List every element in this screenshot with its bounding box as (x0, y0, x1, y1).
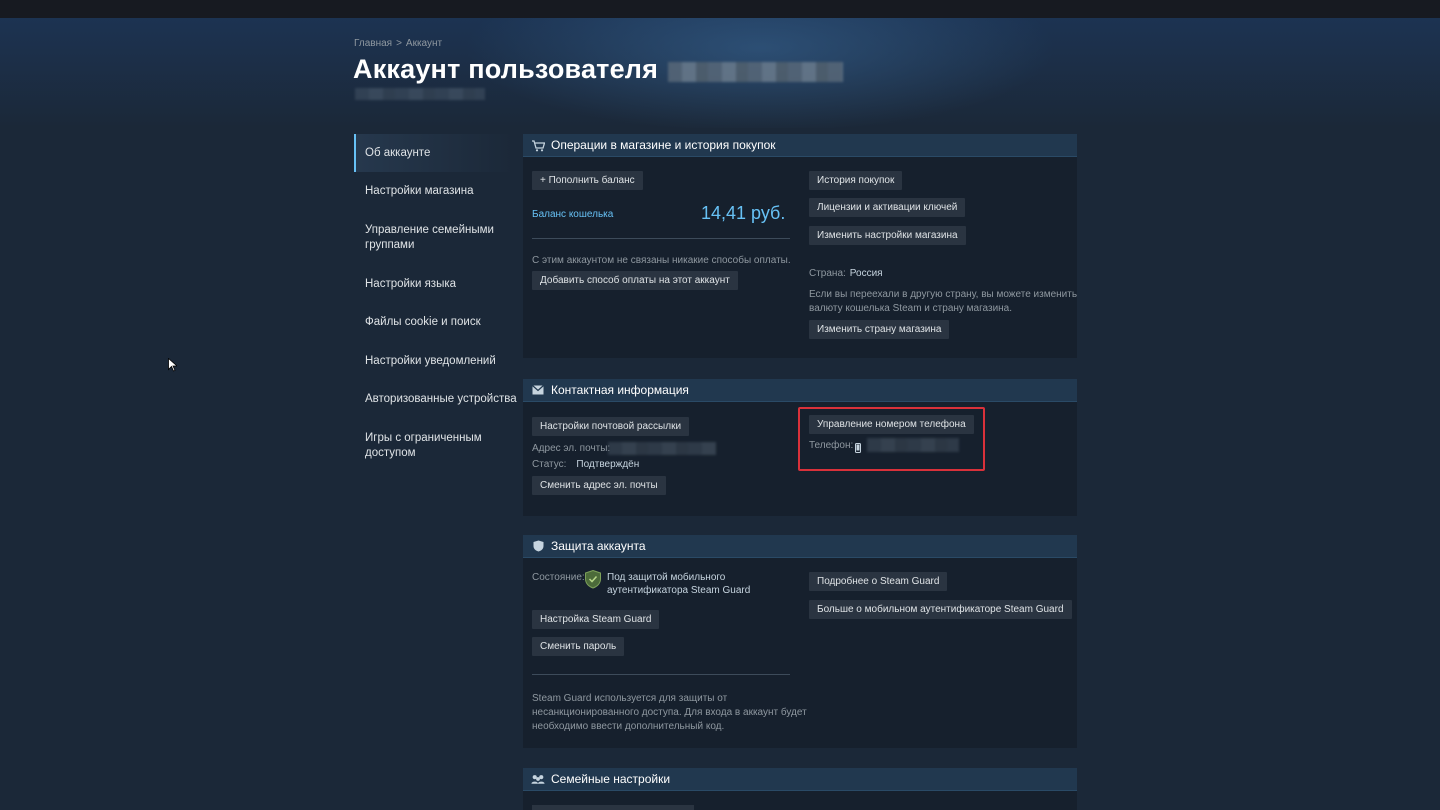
country-value: Россия (849, 268, 883, 279)
email-label: Адрес эл. почты: (532, 443, 611, 454)
country-row: Страна: Россия (809, 268, 883, 279)
cart-icon (531, 138, 545, 152)
security-section-title: Защита аккаунта (551, 539, 646, 553)
redacted-email (608, 442, 716, 455)
family-section-header: Семейные настройки (523, 768, 1077, 791)
store-section: Операции в магазине и история покупок + … (523, 134, 1077, 358)
guard-state-label: Состояние: (532, 572, 585, 583)
top-bar (0, 0, 1440, 18)
redacted-username (668, 62, 843, 82)
change-password-button[interactable]: Сменить пароль (532, 637, 625, 656)
guard-shield-icon (585, 569, 601, 594)
wallet-balance-link[interactable]: Баланс кошелька (532, 209, 613, 220)
security-section: Защита аккаунта Состояние: Под защитой м… (523, 535, 1077, 748)
mouse-cursor-icon (168, 357, 179, 377)
guard-state-line1: Под защитой мобильного (607, 572, 726, 583)
guard-note-line3: необходимо ввести дополнительный код. (532, 721, 725, 732)
sidebar-item-store-settings[interactable]: Настройки магазина (354, 184, 519, 199)
contact-section-header: Контактная информация (523, 379, 1077, 402)
change-email-button[interactable]: Сменить адрес эл. почты (532, 476, 666, 495)
family-icon (531, 772, 545, 786)
envelope-icon (531, 383, 545, 397)
status-label: Статус: (532, 459, 567, 470)
guard-note-line1: Steam Guard используется для защиты от (532, 693, 728, 704)
add-payment-method-button[interactable]: Добавить способ оплаты на этот аккаунт (532, 271, 738, 290)
guard-note-line2: несанкционированного доступа. Для входа … (532, 707, 807, 718)
family-button-partial[interactable] (532, 805, 694, 810)
redacted-subtitle (355, 88, 485, 100)
sidebar-item-language[interactable]: Настройки языка (354, 277, 519, 292)
learn-steam-guard-button[interactable]: Подробнее о Steam Guard (809, 572, 948, 591)
moved-note-line1: Если вы переехали в другую страну, вы мо… (809, 289, 1078, 300)
email-row: Адрес эл. почты: (532, 443, 610, 454)
breadcrumb-current[interactable]: Аккаунт (406, 38, 442, 49)
divider (532, 238, 790, 239)
sidebar-item-devices[interactable]: Авторизованные устройства (354, 392, 529, 407)
sidebar-item-restricted-games[interactable]: Игры с ограниченным доступом (354, 431, 494, 461)
add-funds-button[interactable]: + Пополнить баланс (532, 171, 643, 190)
sidebar-item-notifications[interactable]: Настройки уведомлений (354, 354, 519, 369)
steam-guard-settings-button[interactable]: Настройка Steam Guard (532, 610, 660, 629)
no-payment-text: С этим аккаунтом не связаны никакие спос… (532, 255, 791, 266)
page-title: Аккаунт пользователя (353, 54, 659, 84)
breadcrumb: Главная > Аккаунт (354, 38, 446, 49)
store-section-title: Операции в магазине и история покупок (551, 138, 776, 152)
licenses-button[interactable]: Лицензии и активации ключей (809, 198, 966, 217)
contact-section-title: Контактная информация (551, 383, 689, 397)
purchase-history-button[interactable]: История покупок (809, 171, 903, 190)
guard-state-line2: аутентификатора Steam Guard (607, 585, 751, 596)
change-country-button[interactable]: Изменить страну магазина (809, 320, 950, 339)
divider (532, 674, 790, 675)
sidebar-nav: Об аккаунте Настройки магазина Управлени… (354, 134, 517, 459)
security-section-header: Защита аккаунта (523, 535, 1077, 558)
country-label: Страна: (809, 268, 846, 279)
wallet-balance-value: 14,41 руб. (701, 203, 786, 223)
moved-note-line2: валюту кошелька Steam и страну магазина. (809, 303, 1013, 314)
learn-mobile-authenticator-button[interactable]: Больше о мобильном аутентификаторе Steam… (809, 600, 1072, 619)
store-section-header: Операции в магазине и история покупок (523, 134, 1077, 157)
status-row: Статус: Подтверждён (532, 459, 639, 470)
sidebar-item-family-groups[interactable]: Управление семейными группами (354, 223, 509, 253)
family-section: Семейные настройки (523, 768, 1077, 810)
breadcrumb-home[interactable]: Главная (354, 38, 392, 49)
phone-highlight-box (798, 407, 985, 471)
family-section-title: Семейные настройки (551, 772, 671, 786)
store-preferences-button[interactable]: Изменить настройки магазина (809, 226, 966, 245)
breadcrumb-separator: > (396, 38, 402, 49)
status-value: Подтверждён (576, 459, 640, 470)
shield-icon (531, 539, 545, 553)
email-preferences-button[interactable]: Настройки почтовой рассылки (532, 417, 690, 436)
sidebar-item-account[interactable]: Об аккаунте (354, 134, 514, 172)
sidebar-item-cookies[interactable]: Файлы cookie и поиск (354, 315, 519, 330)
